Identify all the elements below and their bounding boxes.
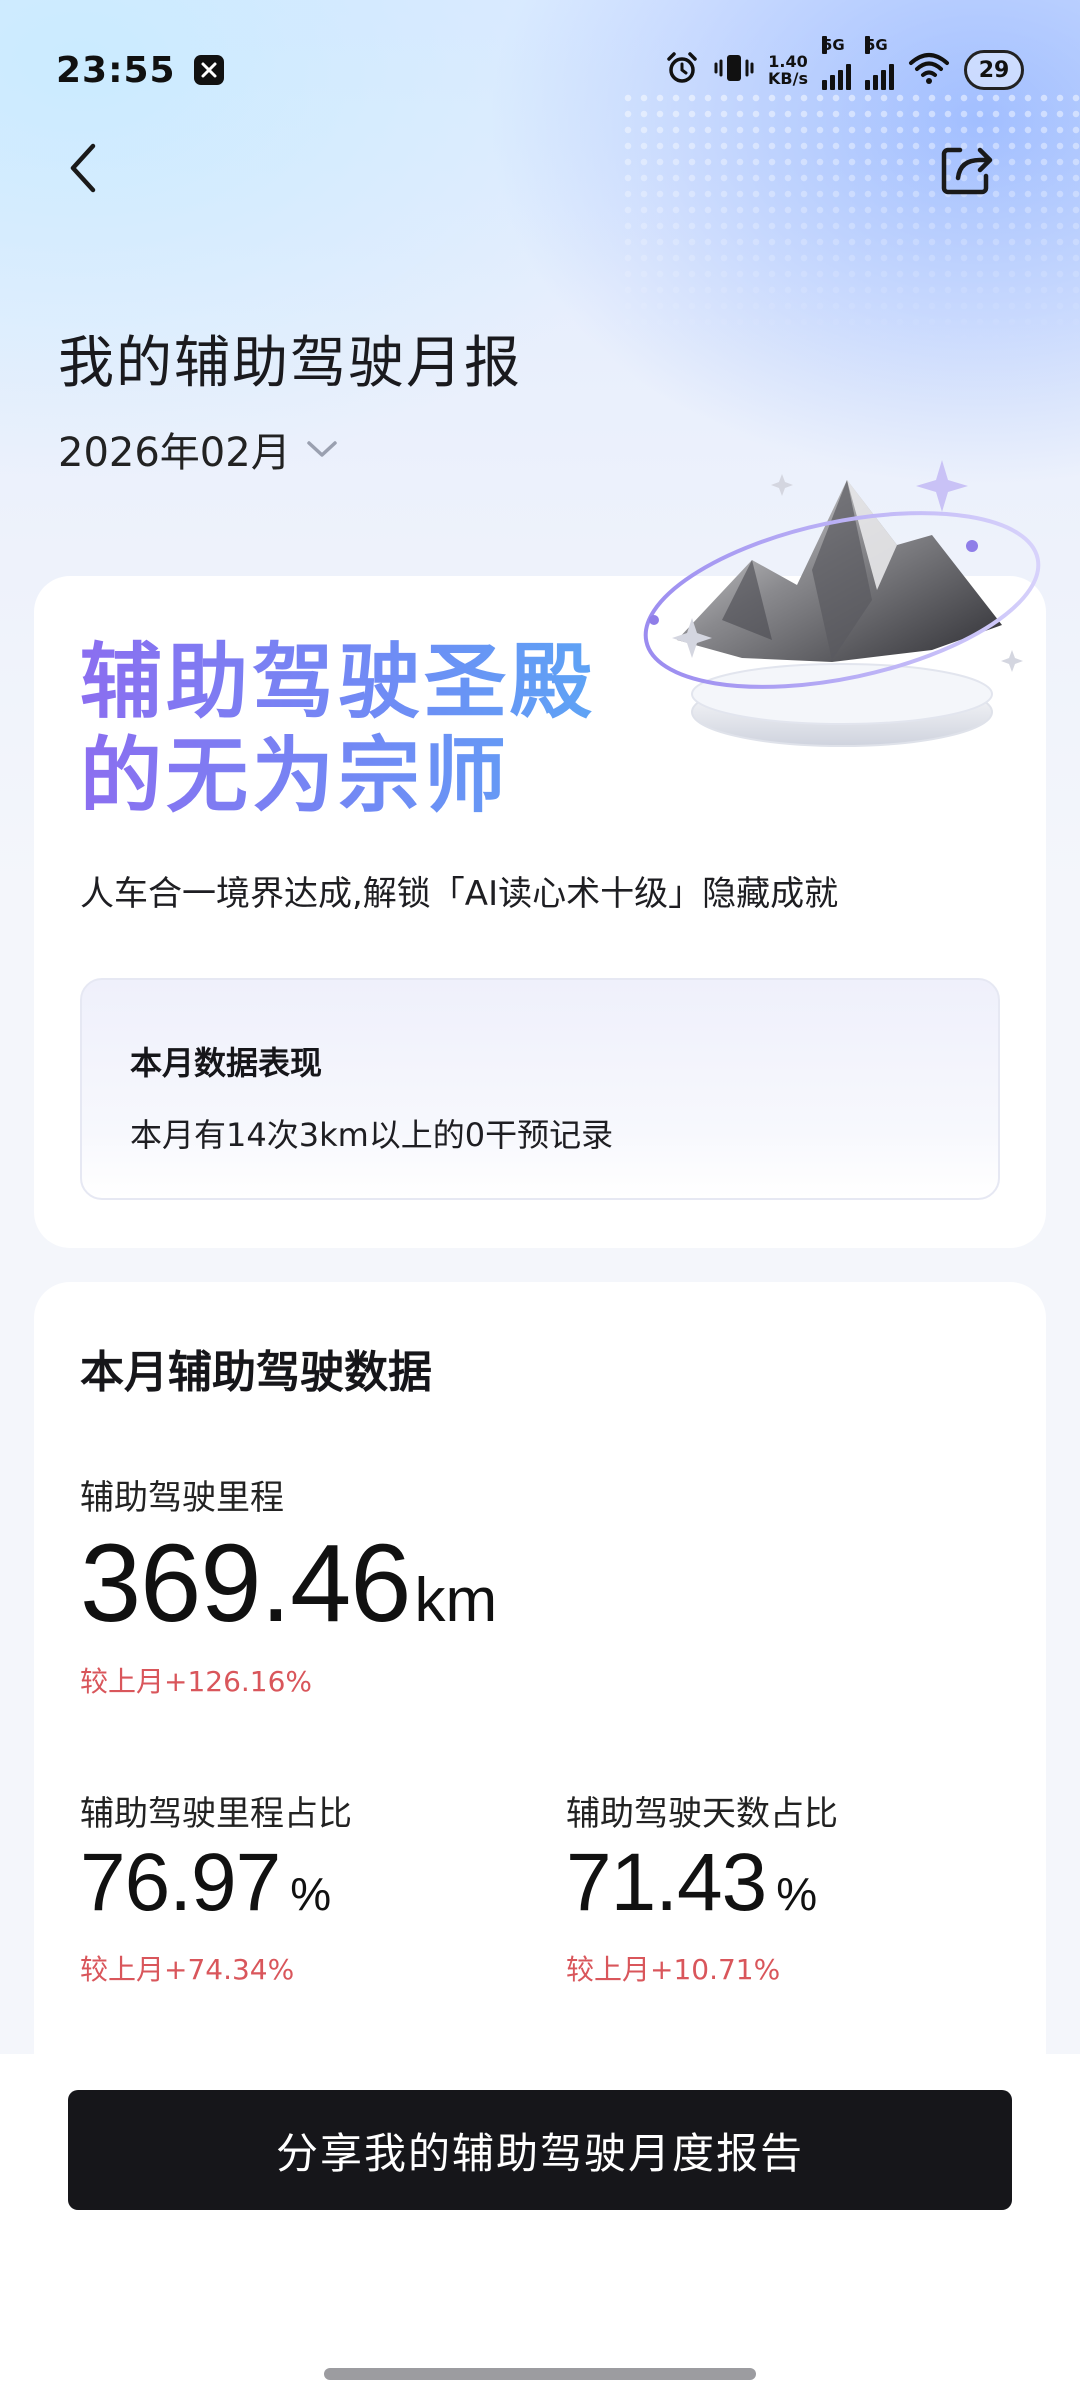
performance-box: 本月数据表现 本月有14次3km以上的0干预记录 — [80, 978, 1000, 1200]
days-ratio-number: 71.43 — [566, 1837, 767, 1928]
mileage-ratio-value: 76.97 % — [80, 1836, 331, 1930]
stats-section-title: 本月辅助驾驶数据 — [80, 1347, 432, 1398]
mileage-value: 369.46 km — [80, 1520, 497, 1647]
honor-title: 辅助驾驶圣殿 的无为宗师 — [80, 636, 640, 824]
network-speed-value: 1.40 — [768, 52, 808, 71]
performance-text: 本月有14次3km以上的0干预记录 — [130, 1116, 614, 1154]
signal-icon: 5G — [822, 36, 851, 90]
mileage-delta: 较上月+126.16% — [80, 1665, 313, 1698]
mountain-trophy-illustration — [632, 450, 1052, 780]
battery-indicator: 29 — [964, 50, 1024, 90]
days-ratio-unit: % — [776, 1868, 818, 1920]
sim2-network-label: 5G — [865, 36, 888, 54]
month-selector[interactable]: 2026年02月 — [58, 420, 339, 478]
status-time: 23:55 — [56, 49, 176, 91]
mileage-unit: km — [414, 1566, 498, 1635]
days-ratio-delta: 较上月+10.71% — [566, 1953, 781, 1986]
mileage-ratio-delta: 较上月+74.34% — [80, 1953, 295, 1986]
mileage-ratio-number: 76.97 — [80, 1837, 281, 1928]
wifi-icon — [908, 51, 950, 89]
page-title: 我的辅助驾驶月报 — [58, 331, 522, 396]
performance-title: 本月数据表现 — [130, 1044, 323, 1082]
mileage-label: 辅助驾驶里程 — [80, 1478, 284, 1518]
chevron-left-icon — [70, 143, 96, 193]
honor-title-line1: 辅助驾驶圣殿 — [80, 635, 597, 730]
status-bar: 23:55 1.40 KB/s 5G 5G 29 — [0, 0, 1080, 140]
network-speed-unit: KB/s — [768, 69, 808, 88]
mileage-number: 369.46 — [80, 1522, 411, 1645]
home-indicator[interactable] — [324, 2368, 756, 2380]
days-ratio-value: 71.43 % — [566, 1836, 817, 1930]
report-page: 23:55 1.40 KB/s 5G 5G 29 我的辅助驾驶月报 2026年0… — [0, 0, 1080, 2400]
honor-title-line2: 的无为宗师 — [80, 729, 511, 824]
mileage-ratio-unit: % — [290, 1868, 332, 1920]
share-icon — [941, 147, 993, 195]
mileage-ratio-label: 辅助驾驶里程占比 — [80, 1794, 352, 1834]
back-button[interactable] — [56, 138, 110, 198]
month-label: 2026年02月 — [58, 430, 291, 476]
days-ratio-label: 辅助驾驶天数占比 — [566, 1794, 838, 1834]
sim1-network-label: 5G — [822, 36, 845, 54]
notification-app-icon — [193, 55, 224, 85]
share-report-button[interactable]: 分享我的辅助驾驶月度报告 — [68, 2090, 1012, 2210]
network-speed: 1.40 KB/s — [768, 53, 808, 87]
share-button-top[interactable] — [934, 138, 998, 202]
chevron-down-icon — [306, 441, 337, 457]
honor-subtitle: 人车合一境界达成,解锁「AI读心术十级」隐藏成就 — [80, 874, 839, 914]
vibrate-icon — [714, 50, 754, 90]
signal-icon: 5G — [865, 36, 894, 90]
alarm-icon — [664, 50, 700, 90]
